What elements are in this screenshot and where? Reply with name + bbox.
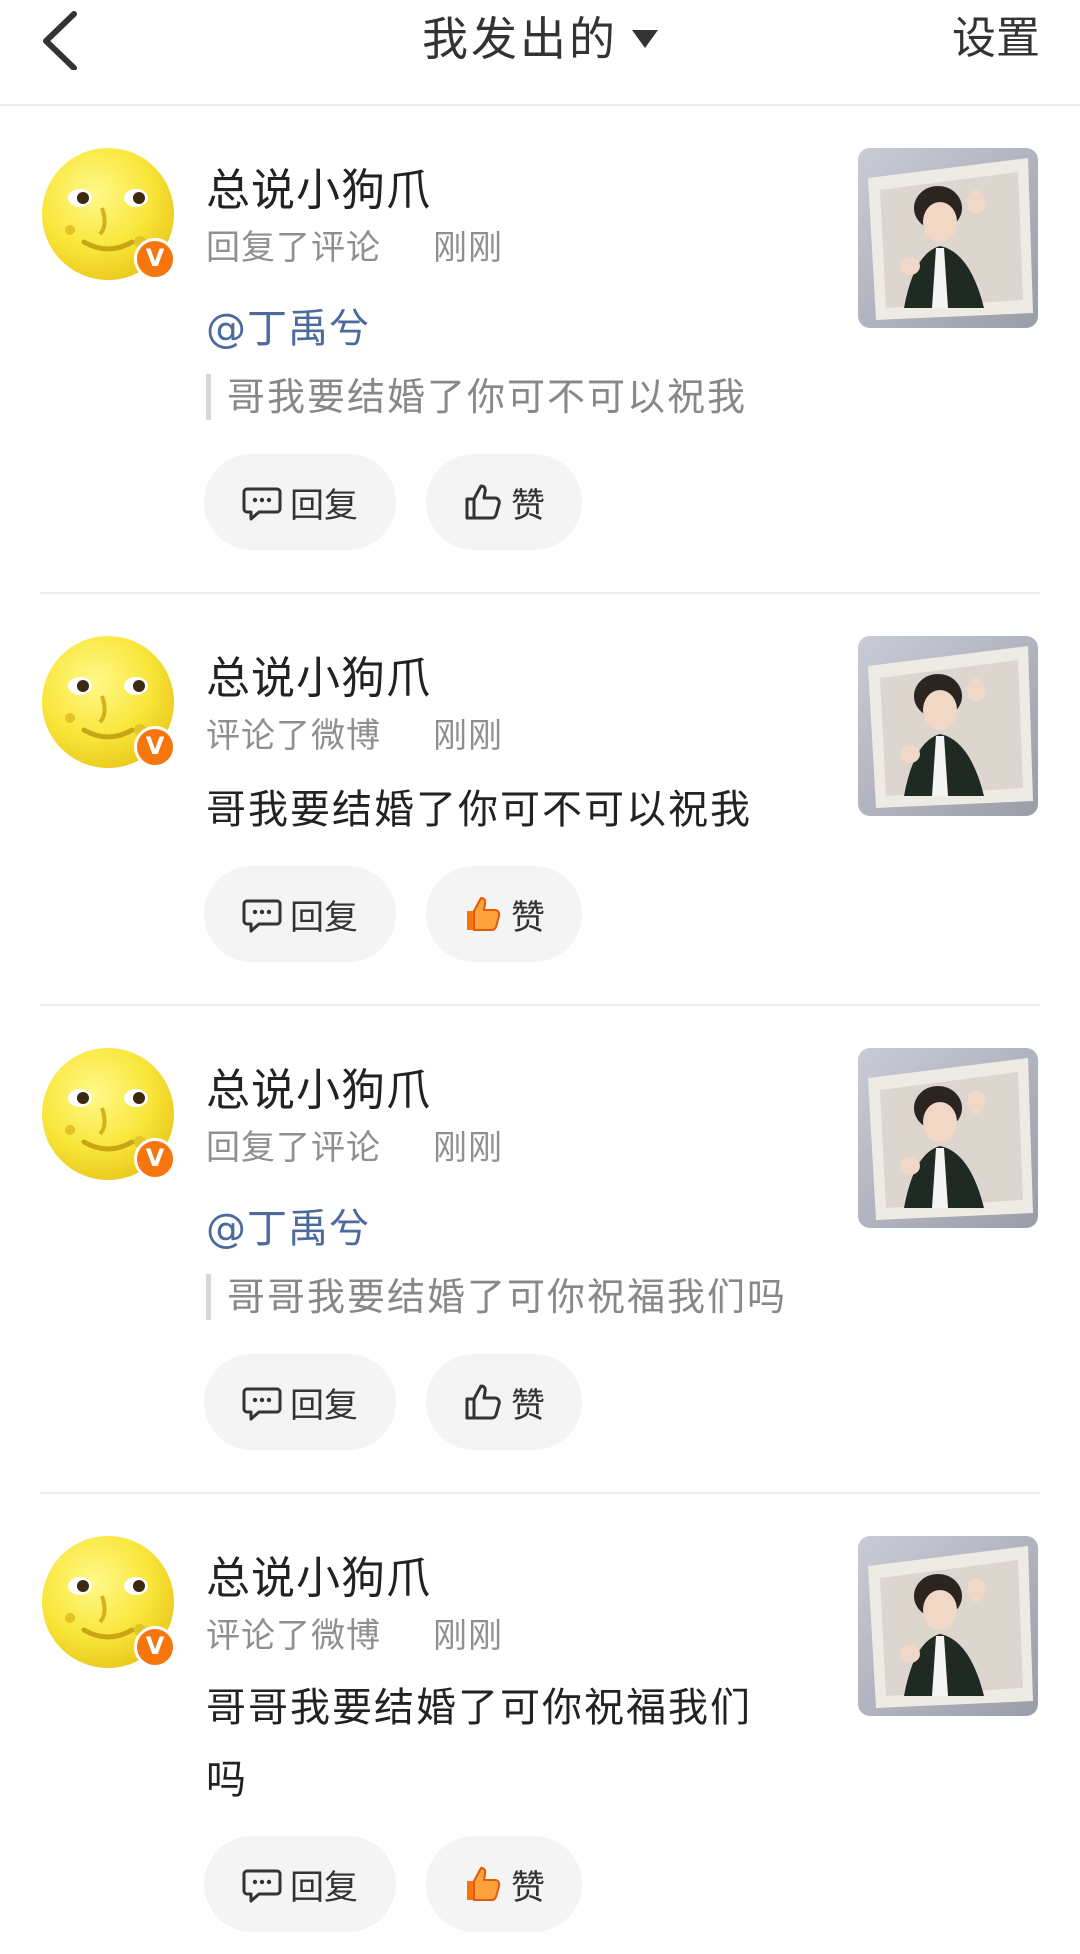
reply-button[interactable]: 回复 [204, 1354, 396, 1450]
comment-icon [242, 899, 282, 933]
action-text: 回复了评论 [206, 1128, 381, 1168]
comment-content[interactable]: 哥哥我要结婚了可你祝福我们 吗 [206, 1672, 806, 1816]
reply-label: 回复 [290, 1385, 358, 1426]
comment-icon [242, 1869, 282, 1903]
thumbs-up-outline-icon [465, 484, 501, 520]
post-thumbnail[interactable] [858, 1536, 1038, 1716]
reply-button[interactable]: 回复 [204, 866, 396, 962]
user-name[interactable]: 总说小狗爪 [206, 1542, 431, 1606]
thumbs-up-filled-icon [467, 897, 501, 931]
photo-thumbnail-image [858, 1048, 1038, 1228]
like-button[interactable]: 赞 [426, 454, 582, 550]
divider [40, 1004, 1040, 1006]
reply-label: 回复 [290, 897, 358, 938]
like-button[interactable]: 赞 [426, 866, 582, 962]
like-label: 赞 [511, 485, 545, 526]
quoted-comment[interactable]: 哥我要结婚了你可不可以祝我 [206, 374, 747, 420]
page-title: 我发出的 [422, 12, 618, 66]
timestamp: 刚刚 [433, 716, 503, 756]
timestamp: 刚刚 [433, 1128, 503, 1168]
mention-link[interactable]: @丁禹兮 [206, 296, 370, 354]
user-name[interactable]: 总说小狗爪 [206, 154, 431, 218]
post-thumbnail[interactable] [858, 148, 1038, 328]
photo-thumbnail-image [858, 1536, 1038, 1716]
item-meta: 回复了评论 刚刚 [206, 1120, 503, 1169]
caret-down-icon [632, 29, 658, 48]
timestamp: 刚刚 [433, 228, 503, 268]
page-title-dropdown[interactable]: 我发出的 [0, 6, 1080, 72]
action-text: 评论了微博 [206, 1616, 381, 1656]
verified-badge: V [134, 726, 176, 768]
like-button[interactable]: 赞 [426, 1354, 582, 1450]
like-label: 赞 [511, 1867, 545, 1908]
timestamp: 刚刚 [433, 1616, 503, 1656]
photo-thumbnail-image [858, 148, 1038, 328]
comment-text-line: 哥哥我要结婚了可你祝福我们 [206, 1685, 752, 1731]
like-label: 赞 [511, 1385, 545, 1426]
photo-thumbnail-image [858, 636, 1038, 816]
comment-text-line: 吗 [206, 1757, 248, 1803]
verified-badge: V [134, 1138, 176, 1180]
comment-content[interactable]: 哥我要结婚了你可不可以祝我 [206, 774, 806, 846]
item-meta: 回复了评论 刚刚 [206, 220, 503, 269]
item-meta: 评论了微博 刚刚 [206, 1608, 503, 1657]
user-name[interactable]: 总说小狗爪 [206, 642, 431, 706]
reply-label: 回复 [290, 1867, 358, 1908]
action-text: 回复了评论 [206, 228, 381, 268]
reply-label: 回复 [290, 485, 358, 526]
settings-button[interactable]: 设置 [952, 6, 1040, 72]
comment-icon [242, 1387, 282, 1421]
mention-link[interactable]: @丁禹兮 [206, 1196, 370, 1254]
thumbs-up-filled-icon [467, 1867, 501, 1901]
action-text: 评论了微博 [206, 716, 381, 756]
thumbs-up-outline-icon [465, 1384, 501, 1420]
comment-icon [242, 487, 282, 521]
reply-button[interactable]: 回复 [204, 1836, 396, 1932]
quoted-comment[interactable]: 哥哥我要结婚了可你祝福我们吗 [206, 1274, 787, 1320]
post-thumbnail[interactable] [858, 636, 1038, 816]
like-button[interactable]: 赞 [426, 1836, 582, 1932]
verified-badge: V [134, 1626, 176, 1668]
user-name[interactable]: 总说小狗爪 [206, 1054, 431, 1118]
comment-text-line: 哥我要结婚了你可不可以祝我 [206, 787, 752, 833]
divider [40, 592, 1040, 594]
reply-button[interactable]: 回复 [204, 454, 396, 550]
post-thumbnail[interactable] [858, 1048, 1038, 1228]
top-navigation-bar: 我发出的 设置 [0, 0, 1080, 106]
like-label: 赞 [511, 897, 545, 938]
verified-badge: V [134, 238, 176, 280]
divider [40, 1492, 1040, 1494]
item-meta: 评论了微博 刚刚 [206, 708, 503, 757]
